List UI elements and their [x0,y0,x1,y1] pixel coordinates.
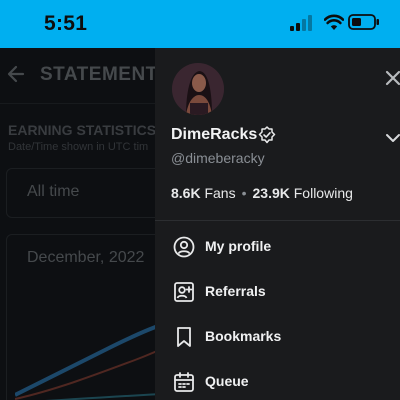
stats-separator: • [241,185,247,201]
menu-item-label: Bookmarks [205,328,282,344]
verified-badge-icon [258,126,276,149]
chart-card-title: December, 2022 [27,249,145,266]
follow-stats: 8.6K Fans • 23.9K Following [171,185,353,201]
username-handle: @dimeberacky [171,150,265,166]
menu-item-my-profile[interactable]: My profile [155,227,400,267]
fans-count[interactable]: 8.6K [171,185,201,201]
menu-item-referrals[interactable]: Referrals [155,272,400,312]
section-title: EARNING STATISTICS [8,122,157,138]
wifi-icon [323,13,345,36]
calendar-icon [172,370,196,394]
page-title: STATEMENTS [40,64,171,85]
menu-item-bookmarks[interactable]: Bookmarks [155,317,400,357]
chevron-down-icon[interactable] [385,130,400,151]
period-select-value: All time [27,183,80,200]
menu-item-label: My profile [205,238,272,254]
status-time: 5:51 [44,12,88,35]
menu-item-label: Referrals [205,283,266,299]
back-arrow-icon[interactable] [6,64,26,89]
following-count[interactable]: 23.9K [253,185,290,201]
following-label[interactable]: Following [294,185,353,201]
status-bar: 5:51 [0,0,400,48]
menu-item-queue[interactable]: Queue [155,362,400,400]
menu-item-label: Queue [205,373,249,389]
battery-icon [348,14,380,35]
bookmark-icon [172,325,196,349]
referral-user-icon [172,280,196,304]
profile-drawer: DimeRacks @dimeberacky 8.6K Fans • 23.9K F… [155,48,400,400]
display-name: DimeRacks [171,126,258,143]
avatar[interactable] [172,63,224,115]
user-circle-icon [172,235,196,259]
close-icon[interactable] [385,70,400,91]
section-subtitle: Date/Time shown in UTC tim [8,141,149,153]
fans-label[interactable]: Fans [204,185,235,201]
signal-icon [290,15,312,36]
drawer-divider [155,220,400,221]
